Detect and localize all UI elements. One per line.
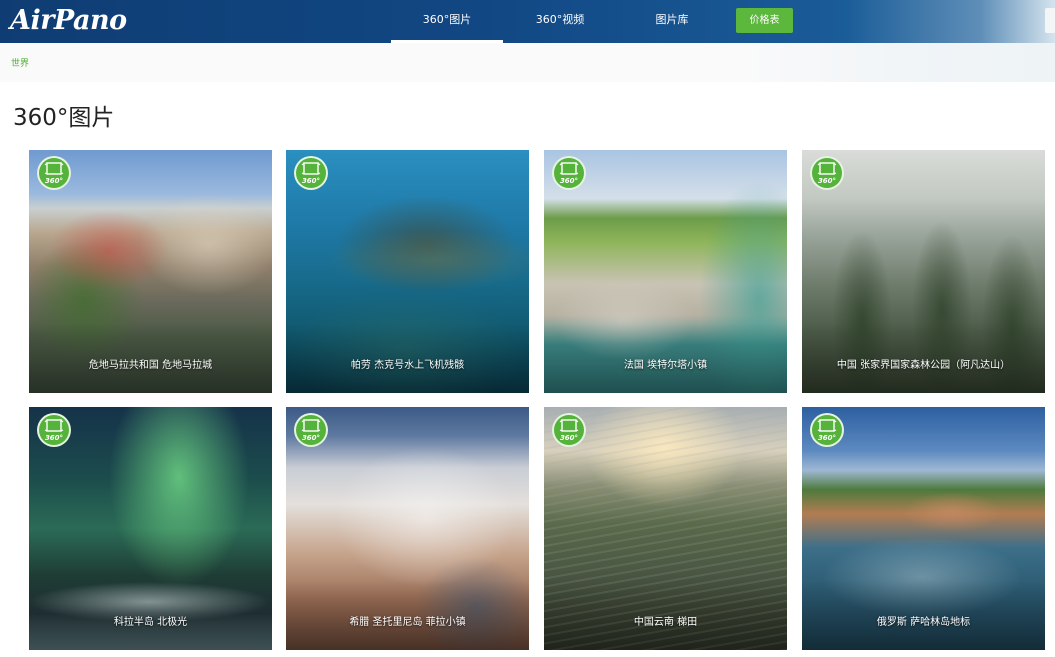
card-caption: 科拉半岛 北极光	[113, 617, 188, 628]
photo-card-yunnan-terraces[interactable]: 360° 中国云南 梯田	[544, 407, 787, 650]
photo-card-palau[interactable]: 360° 帕劳 杰克号水上飞机残骸	[286, 150, 529, 393]
badge-360-label: 360°	[817, 177, 837, 185]
panorama-icon	[817, 419, 837, 432]
photo-card-zhangjiajie[interactable]: 360° 中国 张家界国家森林公园（阿凡达山）	[802, 150, 1045, 393]
badge-360-label: 360°	[559, 434, 579, 442]
panorama-360-badge: 360°	[37, 156, 71, 190]
card-caption: 法国 埃特尔塔小镇	[623, 360, 708, 371]
panorama-360-badge: 360°	[37, 413, 71, 447]
badge-360-label: 360°	[301, 434, 321, 442]
breadcrumb-bar	[0, 43, 1055, 82]
nav-tab-360-photos[interactable]: 360°图片	[391, 0, 503, 43]
top-header: AirPano 360°图片 360°视频 图片库 价格表	[0, 0, 1055, 43]
panorama-icon	[559, 419, 579, 432]
price-list-button[interactable]: 价格表	[736, 8, 793, 33]
photo-card-kola-aurora[interactable]: 360° 科拉半岛 北极光	[29, 407, 272, 650]
card-caption: 危地马拉共和国 危地马拉城	[88, 360, 213, 371]
photo-card-guatemala[interactable]: 360° 危地马拉共和国 危地马拉城	[29, 150, 272, 393]
panorama-icon	[44, 162, 64, 175]
card-caption: 俄罗斯 萨哈林岛地标	[876, 617, 971, 628]
breadcrumb-world-link[interactable]: 世界	[11, 56, 29, 69]
photo-card-sakhalin[interactable]: 360° 俄罗斯 萨哈林岛地标	[802, 407, 1045, 650]
panorama-360-badge: 360°	[810, 413, 844, 447]
badge-360-label: 360°	[301, 177, 321, 185]
badge-360-label: 360°	[44, 434, 64, 442]
badge-360-label: 360°	[559, 177, 579, 185]
panorama-360-badge: 360°	[552, 156, 586, 190]
card-caption: 中国 张家界国家森林公园（阿凡达山）	[836, 360, 1011, 371]
search-box-edge[interactable]	[1045, 8, 1055, 33]
nav-tab-360-videos[interactable]: 360°视频	[516, 0, 604, 43]
card-caption: 中国云南 梯田	[633, 617, 698, 628]
panorama-icon	[301, 419, 321, 432]
badge-360-label: 360°	[44, 177, 64, 185]
page-title: 360°图片	[13, 105, 115, 131]
badge-360-label: 360°	[817, 434, 837, 442]
card-caption: 希腊 圣托里尼岛 菲拉小镇	[349, 617, 466, 628]
photo-card-etretat[interactable]: 360° 法国 埃特尔塔小镇	[544, 150, 787, 393]
photo-card-santorini[interactable]: 360° 希腊 圣托里尼岛 菲拉小镇	[286, 407, 529, 650]
airpano-logo[interactable]: AirPano	[10, 4, 127, 38]
panorama-360-badge: 360°	[552, 413, 586, 447]
panorama-icon	[301, 162, 321, 175]
panorama-360-badge: 360°	[810, 156, 844, 190]
nav-tab-gallery[interactable]: 图片库	[630, 0, 714, 43]
panorama-icon	[817, 162, 837, 175]
card-caption: 帕劳 杰克号水上飞机残骸	[350, 360, 465, 371]
panorama-icon	[44, 419, 64, 432]
panorama-360-badge: 360°	[294, 156, 328, 190]
panorama-icon	[559, 162, 579, 175]
panorama-360-badge: 360°	[294, 413, 328, 447]
